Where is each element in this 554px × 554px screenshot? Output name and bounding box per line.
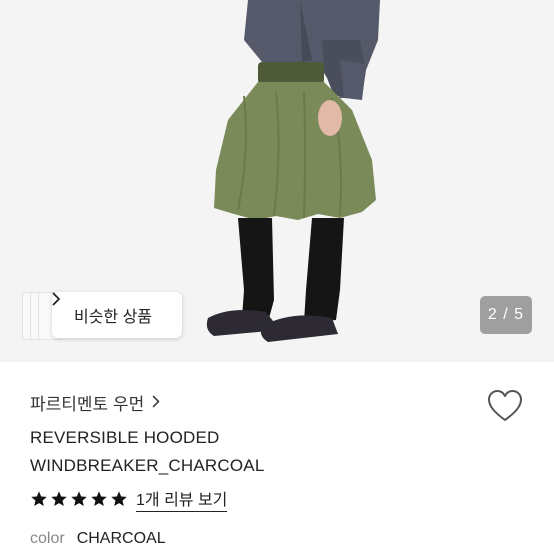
product-photo[interactable]: 비슷한 상품 2 / 5 (0, 0, 554, 362)
similar-products-button[interactable]: 비슷한 상품 (52, 292, 182, 338)
star-filled-icon (91, 491, 107, 507)
color-row: color CHARCOAL (30, 530, 166, 548)
chevron-right-icon (152, 393, 160, 413)
brand-name: 파르티멘토 우먼 (30, 395, 145, 414)
rating-stars (30, 490, 128, 508)
image-page-indicator: 2 / 5 (480, 296, 532, 334)
star-filled-icon (51, 491, 67, 507)
star-filled-icon (71, 491, 87, 507)
color-value: CHARCOAL (76, 530, 166, 547)
color-label: color (30, 530, 65, 547)
rating-row: 1개 리뷰 보기 (30, 486, 228, 512)
brand-link[interactable]: 파르티멘토 우먼 (30, 390, 160, 415)
similar-products-label: 비슷한 상품 (73, 309, 153, 326)
product-title-line-2: WINDBREAKER_CHARCOAL (30, 456, 265, 475)
star-filled-icon (31, 491, 47, 507)
wishlist-heart-icon[interactable] (486, 388, 524, 424)
star-filled-icon (111, 491, 127, 507)
review-link[interactable]: 1개 리뷰 보기 (136, 486, 228, 512)
product-title-line-1: REVERSIBLE HOODED (30, 428, 220, 447)
product-title: REVERSIBLE HOODED WINDBREAKER_CHARCOAL (30, 424, 450, 480)
